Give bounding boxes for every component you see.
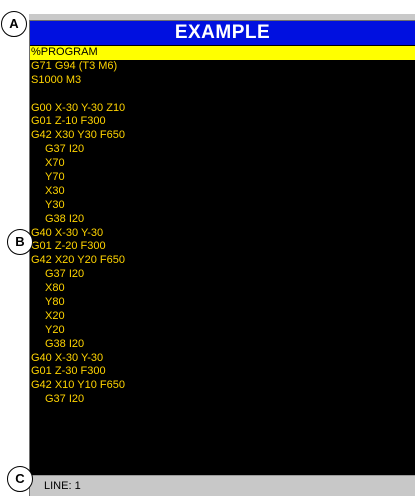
program-line[interactable]: G37 I20 [30, 393, 415, 407]
callout-c: C [7, 466, 33, 492]
program-line[interactable]: G37 I20 [30, 143, 415, 157]
program-line[interactable]: G42 X30 Y30 F650 [30, 129, 415, 143]
program-title: EXAMPLE [30, 21, 415, 45]
program-line[interactable]: G37 I20 [30, 268, 415, 282]
program-line[interactable]: S1000 M3 [30, 74, 415, 88]
program-line[interactable]: X20 [30, 310, 415, 324]
program-line[interactable]: X30 [30, 185, 415, 199]
program-line[interactable]: Y30 [30, 199, 415, 213]
program-line[interactable]: X70 [30, 157, 415, 171]
program-line[interactable]: G38 I20 [30, 213, 415, 227]
program-line[interactable]: Y70 [30, 171, 415, 185]
program-line-selected[interactable]: %PROGRAM [30, 46, 415, 60]
program-line[interactable]: G01 Z-30 F300 [30, 365, 415, 379]
program-line[interactable]: G40 X-30 Y-30 [30, 352, 415, 366]
program-line[interactable]: G01 Z-10 F300 [30, 115, 415, 129]
program-line[interactable]: Y20 [30, 324, 415, 338]
program-line[interactable]: X80 [30, 282, 415, 296]
callout-b: B [7, 229, 33, 255]
program-line[interactable]: G01 Z-20 F300 [30, 240, 415, 254]
program-line[interactable]: G40 X-30 Y-30 [30, 227, 415, 241]
callout-a: A [1, 11, 27, 37]
program-line[interactable]: G00 X-30 Y-30 Z10 [30, 102, 415, 116]
program-listing[interactable]: %PROGRAM G71 G94 (T3 M6) S1000 M3 G00 X-30 … [30, 46, 415, 474]
program-line[interactable] [30, 88, 415, 102]
program-line[interactable]: G38 I20 [30, 338, 415, 352]
program-line[interactable]: G42 X20 Y20 F650 [30, 254, 415, 268]
program-line[interactable]: G71 G94 (T3 M6) [30, 60, 415, 74]
line-indicator: LINE: 1 [44, 480, 81, 492]
program-line[interactable]: Y80 [30, 296, 415, 310]
program-line[interactable]: G42 X10 Y10 F650 [30, 379, 415, 393]
status-bar: LINE: 1 [30, 475, 415, 496]
